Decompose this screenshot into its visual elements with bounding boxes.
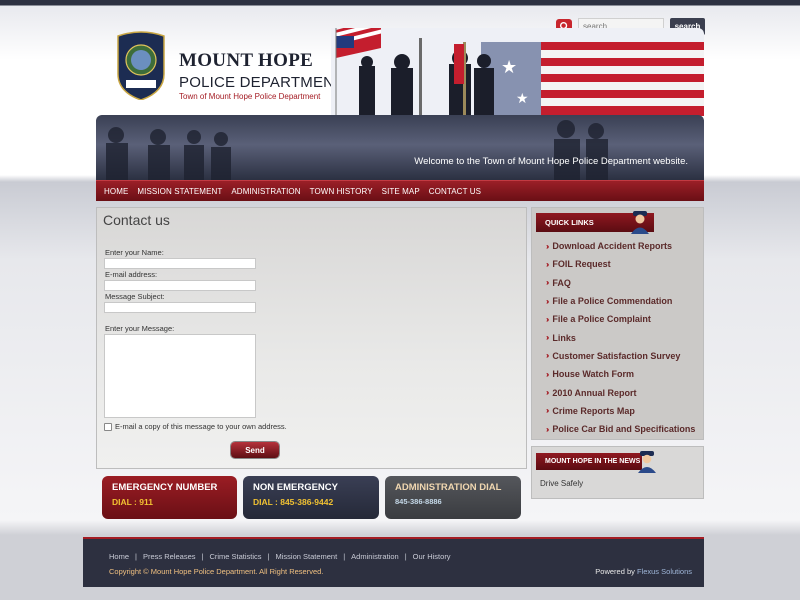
contact-form-panel: Contact us Enter your Name: E-mail addre… — [96, 207, 527, 469]
quick-links-list: ›› Download Accident Reports ›› FOIL Reque… — [546, 237, 695, 438]
main-nav: HOME MISSION STATEMENT ADMINISTRATION TO… — [96, 180, 704, 201]
separator: | — [267, 552, 270, 561]
quick-link-item[interactable]: ›› 2010 Annual Report — [546, 383, 695, 401]
site-town-name: Town of Mount Hope Police Department — [179, 92, 321, 101]
copy-checkbox[interactable] — [104, 422, 112, 431]
site-subtitle: POLICE DEPARTMENT — [179, 74, 344, 91]
separator: | — [404, 552, 407, 561]
quick-links-panel: QUICK LINKS ›› Download Accident Reports … — [531, 207, 704, 440]
quick-link-label: Links — [552, 332, 576, 343]
quick-link-label: Police Car Bid and Specifications — [552, 424, 696, 435]
footer-link-home[interactable]: Home — [109, 552, 129, 561]
chevron-right-icon: ›› — [546, 259, 550, 269]
news-heading: MOUNT HOPE IN THE NEWS — [536, 453, 642, 470]
quick-link-label: File a Police Complaint — [552, 314, 651, 325]
site-footer: Home | Press Releases | Crime Statistics | … — [83, 537, 704, 587]
admin-value: 845-386-8886 — [395, 497, 442, 506]
quick-link-label: 2010 Annual Report — [552, 387, 637, 398]
quick-link-item[interactable]: ›› File a Police Complaint — [546, 310, 695, 328]
chevron-right-icon: ›› — [546, 296, 550, 306]
quick-link-label: Download Accident Reports — [552, 241, 673, 252]
separator: | — [135, 552, 137, 561]
email-label: E-mail address: — [105, 270, 158, 279]
footer-link-crime-statistics[interactable]: Crime Statistics — [209, 552, 261, 561]
powered-by: Powered by Flexus Solutions — [595, 567, 692, 576]
quick-link-label: FOIL Request — [552, 259, 611, 270]
quick-link-item[interactable]: ›› FOIL Request — [546, 255, 695, 273]
subject-label: Message Subject: — [105, 292, 165, 301]
site-header: MOUNT HOPE POLICE DEPARTMENT Town of Mou… — [96, 28, 704, 116]
police-badge-logo — [114, 30, 168, 101]
officers-banner-image — [106, 120, 608, 181]
emergency-value: DIAL : 911 — [112, 497, 153, 507]
subject-field[interactable] — [104, 302, 256, 313]
message-textarea[interactable] — [104, 334, 256, 418]
chevron-right-icon: ›› — [546, 351, 550, 361]
footer-link-mission-statement[interactable]: Mission Statement — [276, 552, 338, 561]
nav-mission-statement[interactable]: MISSION STATEMENT — [137, 187, 222, 196]
chevron-right-icon: ›› — [546, 406, 550, 416]
chevron-right-icon: ›› — [546, 314, 550, 324]
honor-guard-flag-photo: ★ ★ — [331, 28, 704, 116]
quick-link-item[interactable]: ›› Police Car Bid and Specifications — [546, 420, 695, 438]
quick-link-item[interactable]: ›› Customer Satisfaction Survey — [546, 347, 695, 365]
copyright-text: Copyright © Mount Hope Police Department… — [109, 567, 324, 576]
emergency-title: EMERGENCY NUMBER — [112, 482, 218, 493]
footer-links: Home | Press Releases | Crime Statistics | … — [109, 552, 451, 561]
quick-link-label: Crime Reports Map — [552, 405, 635, 416]
copy-row: E-mail a copy of this message to your ow… — [104, 422, 287, 431]
chevron-right-icon: ›› — [546, 278, 550, 288]
name-label: Enter your Name: — [105, 248, 164, 257]
officer-icon — [629, 208, 651, 234]
nav-contact-us[interactable]: CONTACT US — [429, 187, 481, 196]
separator: | — [201, 552, 204, 561]
contact-title: Contact us — [103, 212, 170, 228]
quick-link-label: FAQ — [552, 277, 571, 288]
chevron-right-icon: ›› — [546, 241, 550, 251]
welcome-message: Welcome to the Town of Mount Hope Police… — [414, 156, 688, 167]
footer-link-administration[interactable]: Administration — [351, 552, 399, 561]
quick-link-item[interactable]: ›› Links — [546, 328, 695, 346]
news-panel: MOUNT HOPE IN THE NEWS Drive Safely — [531, 446, 704, 499]
site-title: MOUNT HOPE — [179, 50, 314, 71]
name-field[interactable] — [104, 258, 256, 269]
quick-link-label: House Watch Form — [552, 369, 635, 380]
administration-dial-box: ADMINISTRATION DIAL 845-386-8886 — [385, 476, 521, 519]
message-label: Enter your Message: — [105, 324, 175, 333]
non-emergency-value: DIAL : 845-386-9442 — [253, 497, 334, 507]
send-button[interactable]: Send — [231, 442, 279, 458]
nav-town-history[interactable]: TOWN HISTORY — [310, 187, 373, 196]
quick-link-item[interactable]: ›› File a Police Commendation — [546, 292, 695, 310]
officer-icon — [636, 449, 658, 473]
svg-text:★: ★ — [501, 57, 517, 77]
separator: | — [343, 552, 346, 561]
admin-title: ADMINISTRATION DIAL — [395, 482, 502, 493]
copy-label: E-mail a copy of this message to your ow… — [115, 422, 287, 431]
quick-link-item[interactable]: ›› Download Accident Reports — [546, 237, 695, 255]
quick-link-item[interactable]: ›› House Watch Form — [546, 365, 695, 383]
hero-banner: Welcome to the Town of Mount Hope Police… — [96, 115, 704, 181]
quick-link-item[interactable]: ›› Crime Reports Map — [546, 402, 695, 420]
chevron-right-icon: ›› — [546, 369, 550, 379]
nav-administration[interactable]: ADMINISTRATION — [231, 187, 300, 196]
non-emergency-box: NON EMERGENCY DIAL : 845-386-9442 — [243, 476, 379, 519]
chevron-right-icon: ›› — [546, 388, 550, 398]
quick-link-item[interactable]: ›› FAQ — [546, 274, 695, 292]
svg-text:★: ★ — [516, 90, 529, 106]
powered-prefix: Powered by — [595, 567, 635, 576]
news-item[interactable]: Drive Safely — [540, 479, 583, 488]
footer-link-our-history[interactable]: Our History — [413, 552, 451, 561]
nav-site-map[interactable]: SITE MAP — [382, 187, 420, 196]
nav-home[interactable]: HOME — [104, 187, 128, 196]
chevron-right-icon: ›› — [546, 424, 550, 434]
powered-by-link[interactable]: Flexus Solutions — [637, 567, 692, 576]
email-field[interactable] — [104, 280, 256, 291]
chevron-right-icon: ›› — [546, 333, 550, 343]
quick-link-label: File a Police Commendation — [552, 296, 673, 307]
emergency-number-box: EMERGENCY NUMBER DIAL : 911 — [102, 476, 237, 519]
quick-link-label: Customer Satisfaction Survey — [552, 350, 681, 361]
non-emergency-title: NON EMERGENCY — [253, 482, 338, 493]
footer-link-press-releases[interactable]: Press Releases — [143, 552, 196, 561]
